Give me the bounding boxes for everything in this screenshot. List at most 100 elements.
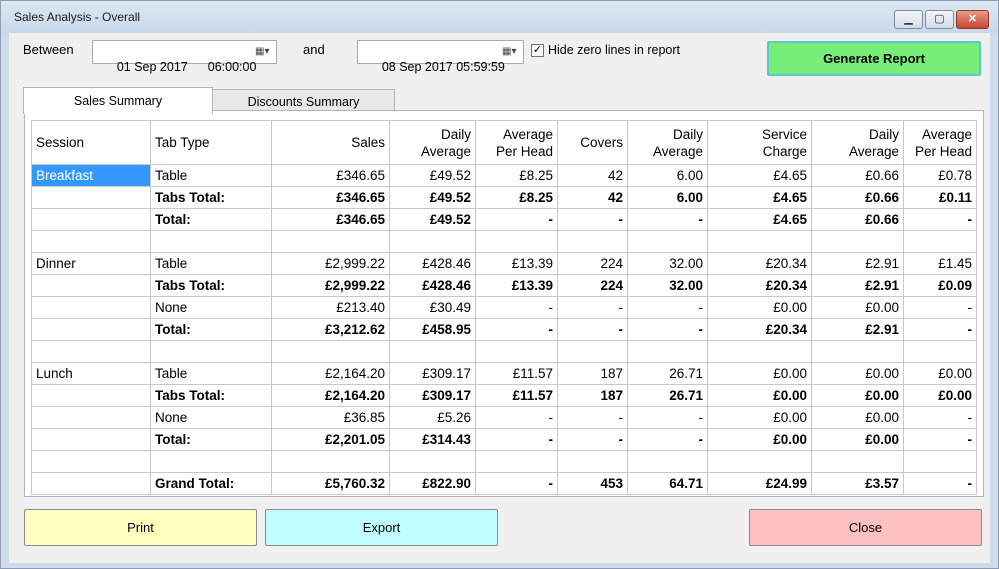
table-cell[interactable]: None [150,406,272,429]
table-cell[interactable] [150,230,272,253]
table-cell[interactable] [707,450,812,473]
table-cell[interactable]: £2,999.22 [271,274,390,297]
table-cell[interactable]: £428.46 [389,252,476,275]
table-cell[interactable] [475,340,558,363]
table-cell[interactable] [389,340,476,363]
generate-report-button[interactable]: Generate Report [767,41,981,76]
table-cell[interactable]: £0.66 [811,208,904,231]
table-cell[interactable]: Table [150,164,272,187]
table-cell[interactable] [389,450,476,473]
table-cell[interactable]: £2,164.20 [271,362,390,385]
table-cell[interactable]: Dinner [31,252,151,275]
table-cell[interactable] [31,406,151,429]
table-row[interactable]: Breakfast Table £346.65 £49.52 £8.25 42 6.00 £4… [31,164,977,187]
table-cell[interactable] [31,230,151,253]
table-cell[interactable]: 453 [557,472,628,495]
table-row[interactable]: Grand Total: £5,760.32 £822.90-453 64.71 £24… [31,472,977,495]
table-cell[interactable]: £2,201.05 [271,428,390,451]
table-row[interactable]: Dinner Table £2,999.22 £428.46 £13.39 224 32.0… [31,252,977,275]
table-cell[interactable]: - [475,208,558,231]
table-cell[interactable]: - [627,428,708,451]
table-cell[interactable]: Tabs Total: [150,186,272,209]
table-cell[interactable]: - [627,406,708,429]
table-cell[interactable]: - [557,428,628,451]
table-cell[interactable]: 26.71 [627,384,708,407]
table-cell[interactable]: Tabs Total: [150,274,272,297]
table-cell[interactable]: £3.57 [811,472,904,495]
table-cell[interactable]: £20.34 [707,274,812,297]
table-cell[interactable] [31,428,151,451]
table-cell[interactable] [811,230,904,253]
table-cell[interactable]: £8.25 [475,164,558,187]
table-cell[interactable] [707,230,812,253]
table-cell[interactable] [31,472,151,495]
table-cell[interactable] [475,450,558,473]
export-button[interactable]: Export [265,509,498,546]
table-cell[interactable]: Total: [150,208,272,231]
table-row[interactable]: Tabs Total: £346.65 £49.52 £8.25 42 6.00 £4.65… [31,186,977,209]
table-cell[interactable]: - [475,318,558,341]
table-cell[interactable]: 6.00 [627,186,708,209]
table-cell[interactable]: 64.71 [627,472,708,495]
table-cell[interactable]: £458.95 [389,318,476,341]
table-cell[interactable]: - [557,318,628,341]
hide-zero-checkbox[interactable]: ✓ [531,44,544,57]
table-cell[interactable]: - [475,406,558,429]
table-cell[interactable]: £309.17 [389,362,476,385]
table-cell[interactable]: £13.39 [475,252,558,275]
table-cell[interactable]: £49.52 [389,164,476,187]
table-cell[interactable]: £0.66 [811,186,904,209]
table-cell[interactable] [627,450,708,473]
table-cell[interactable] [903,340,977,363]
table-cell[interactable] [31,450,151,473]
table-cell[interactable]: £213.40 [271,296,390,319]
table-row[interactable]: Total: £3,212.62 £458.95- - - £20.34 £2.91- [31,318,977,341]
header-covers-daily-average[interactable]: Daily Average [627,120,708,165]
table-cell[interactable]: - [903,296,977,319]
table-cell[interactable]: £36.85 [271,406,390,429]
table-cell[interactable]: £4.65 [707,208,812,231]
print-button[interactable]: Print [24,509,257,546]
table-cell[interactable]: - [627,296,708,319]
table-cell[interactable]: £0.66 [811,164,904,187]
table-cell[interactable]: £1.45 [903,252,977,275]
table-cell[interactable] [31,208,151,231]
table-cell[interactable] [707,340,812,363]
table-cell[interactable]: 32.00 [627,274,708,297]
table-cell[interactable] [150,450,272,473]
table-cell[interactable]: - [903,472,977,495]
header-daily-average[interactable]: Daily Average [389,120,476,165]
table-row[interactable] [31,340,977,363]
header-covers[interactable]: Covers [557,120,628,165]
table-row[interactable] [31,450,977,473]
table-cell[interactable]: - [903,318,977,341]
table-row[interactable]: Tabs Total: £2,999.22 £428.46 £13.39 224 32.0… [31,274,977,297]
table-cell[interactable]: 224 [557,274,628,297]
table-row[interactable]: None £213.40 £30.49- - - £0.00 £0.00- [31,296,977,319]
table-cell[interactable]: - [627,318,708,341]
calendar-dropdown-icon[interactable]: ▦▾ [255,46,273,59]
table-cell[interactable] [271,340,390,363]
header-session[interactable]: Session [31,120,151,165]
table-cell[interactable] [903,450,977,473]
table-cell[interactable]: Table [150,362,272,385]
title-bar[interactable]: Sales Analysis - Overall ▁ ▢ ✕ [1,1,998,33]
table-cell[interactable]: £2.91 [811,252,904,275]
table-cell[interactable]: £8.25 [475,186,558,209]
table-cell[interactable]: £3,212.62 [271,318,390,341]
maximize-icon[interactable]: ▢ [925,10,954,29]
table-cell[interactable] [903,230,977,253]
table-cell[interactable]: 187 [557,384,628,407]
table-cell[interactable]: £5,760.32 [271,472,390,495]
table-cell[interactable] [389,230,476,253]
header-tab-type[interactable]: Tab Type [150,120,272,165]
table-cell[interactable]: 42 [557,186,628,209]
table-cell[interactable]: £346.65 [271,186,390,209]
table-cell[interactable]: - [903,406,977,429]
table-cell[interactable] [557,340,628,363]
table-cell[interactable]: £11.57 [475,362,558,385]
table-cell[interactable]: 6.00 [627,164,708,187]
table-cell[interactable]: £4.65 [707,164,812,187]
calendar-dropdown-icon[interactable]: ▦▾ [502,46,520,59]
table-cell[interactable]: 42 [557,164,628,187]
